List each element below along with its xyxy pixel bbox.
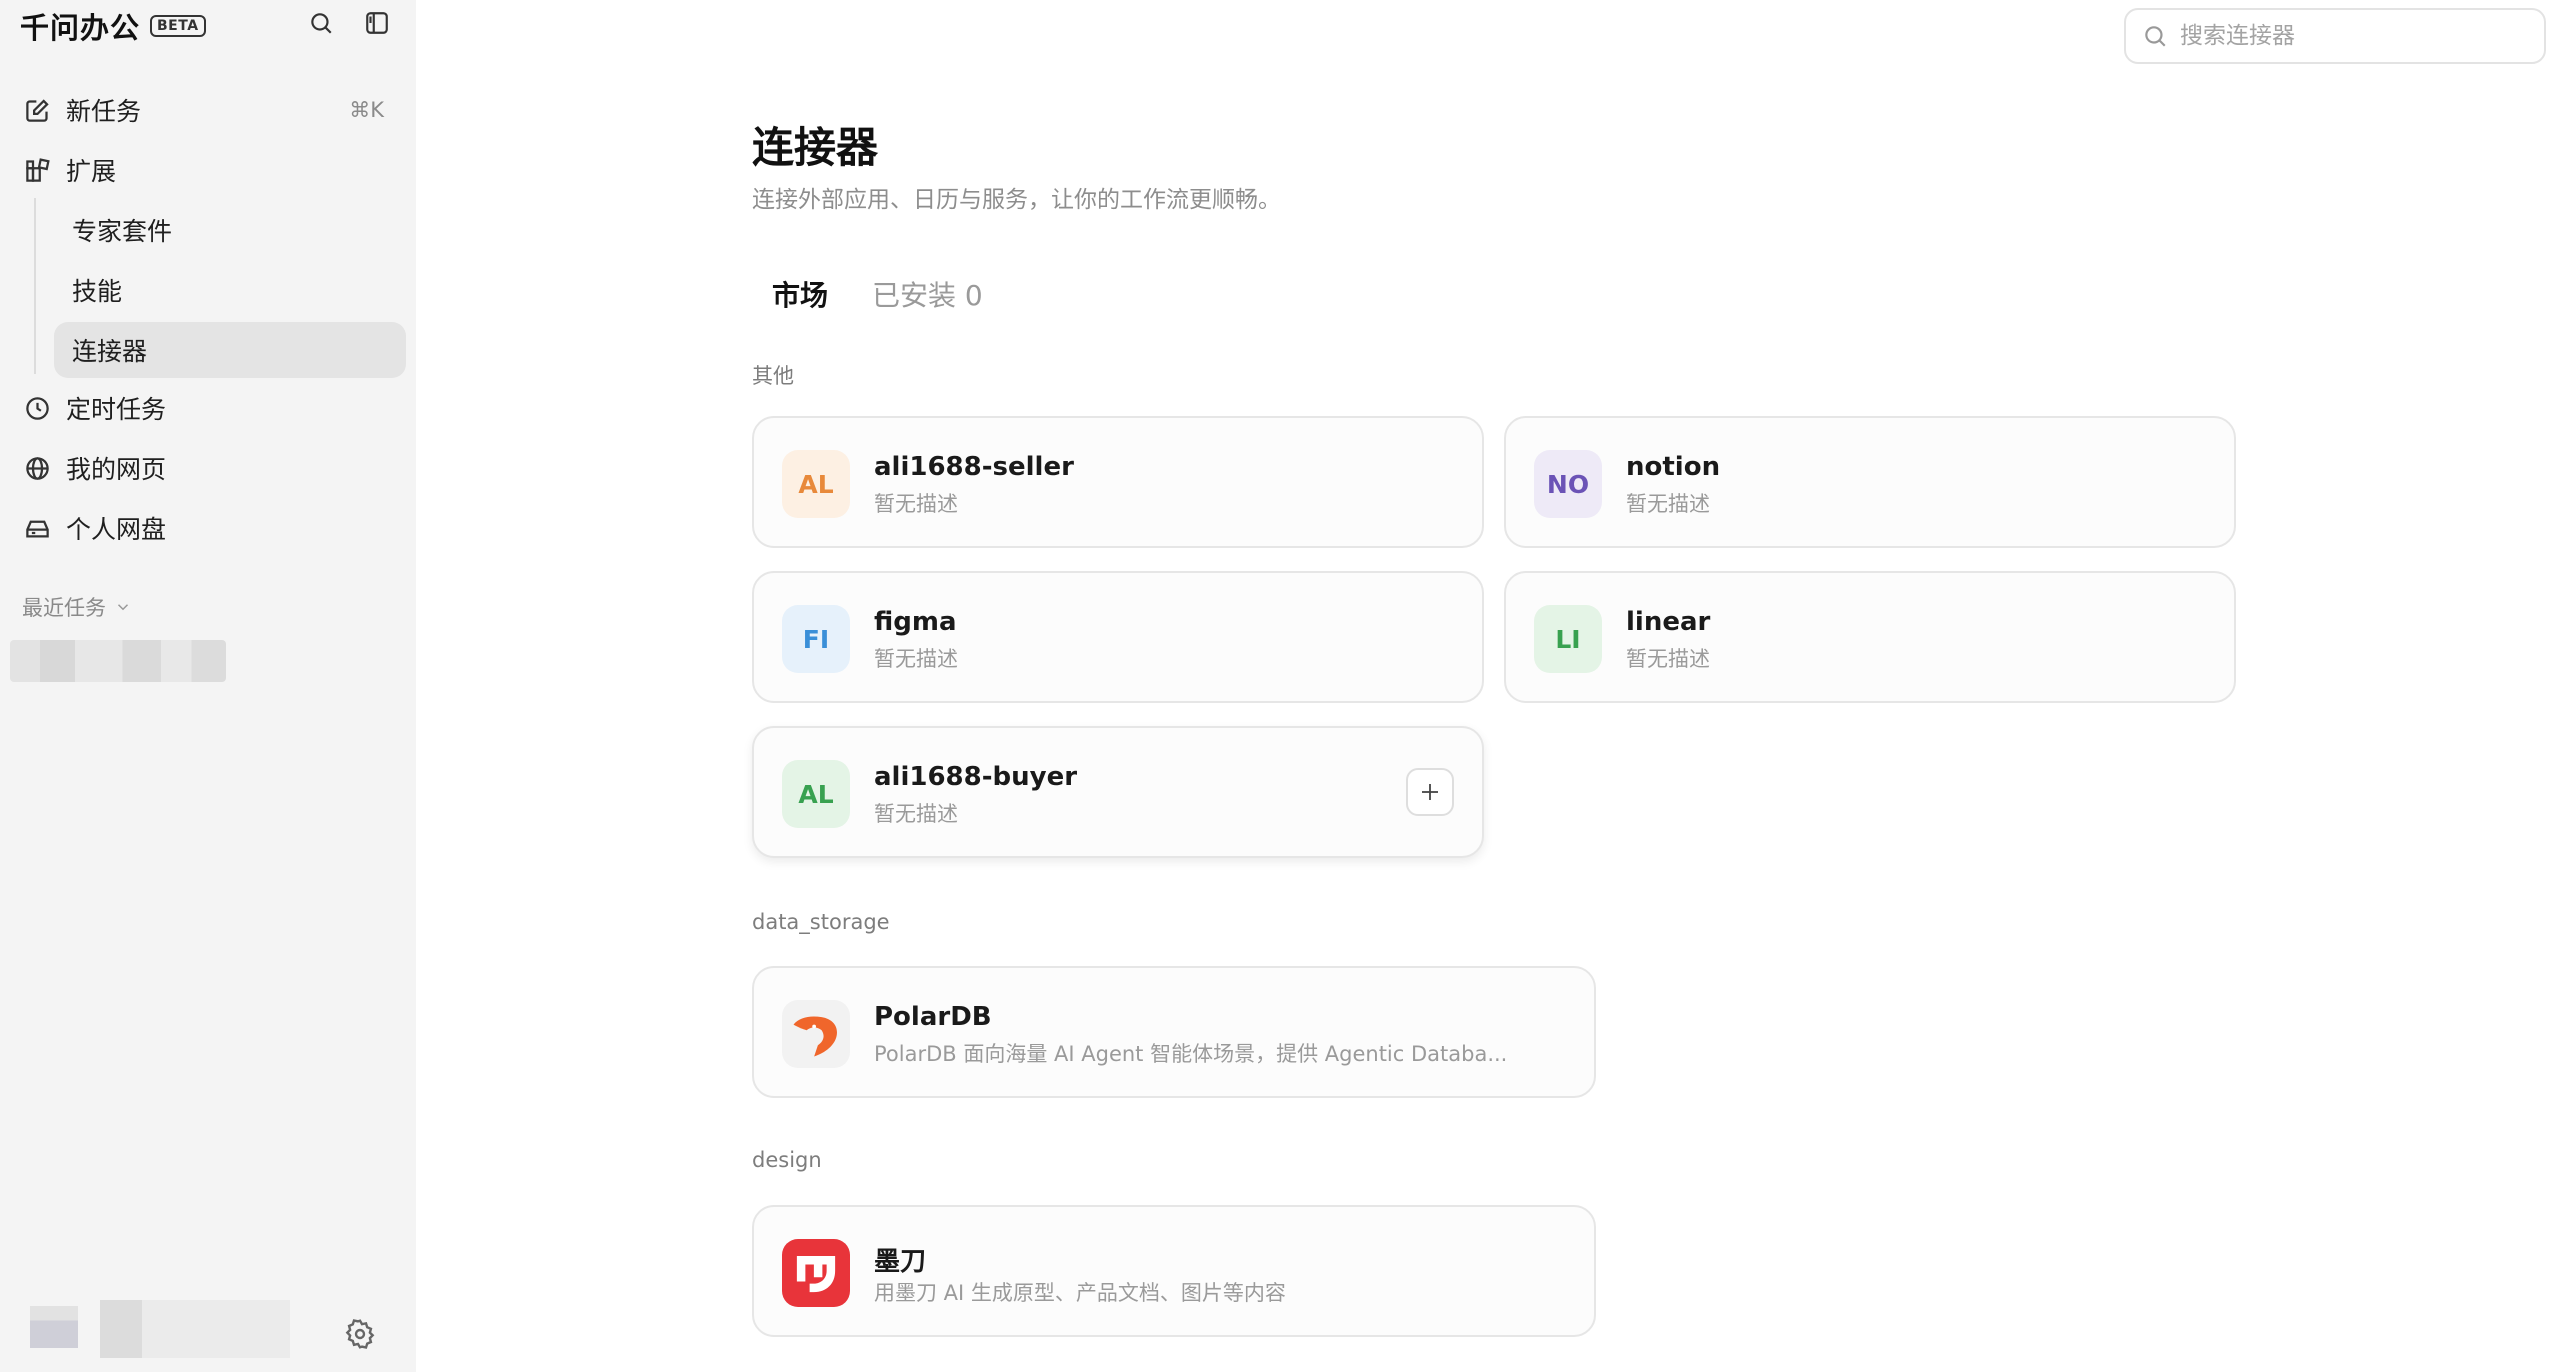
- new-task-label: 新任务: [66, 97, 142, 126]
- sidebar-item-label: 专家套件: [72, 217, 173, 246]
- section-label-data-storage: data_storage: [752, 910, 890, 934]
- user-name-redacted: [100, 1300, 290, 1358]
- connector-desc: 暂无描述: [874, 802, 958, 826]
- chevron-down-icon: [117, 604, 129, 611]
- connector-desc: 暂无描述: [874, 647, 958, 671]
- connector-name: notion: [1626, 452, 1721, 482]
- edit-icon: [22, 95, 52, 125]
- beta-badge: BETA: [150, 15, 206, 37]
- polardb-logo-icon: [782, 1000, 850, 1068]
- new-task-button[interactable]: 新任务 ⌘K: [12, 82, 404, 138]
- connector-badge: AL: [782, 760, 850, 828]
- connector-desc: 暂无描述: [874, 492, 958, 516]
- modao-logo-icon: [782, 1239, 850, 1307]
- recent-task-item-redacted[interactable]: [10, 640, 226, 682]
- connector-badge: FI: [782, 605, 850, 673]
- search-icon: [2145, 26, 2166, 47]
- connector-card-figma[interactable]: FI figma 暂无描述: [752, 571, 1484, 703]
- sidebar: 千问办公 BETA 新任务 ⌘K 扩展 专家套件 技能 连接器 定时任务 我的网…: [0, 0, 416, 1372]
- search-input[interactable]: [2180, 23, 2520, 49]
- extensions-label: 扩展: [66, 157, 117, 186]
- connector-name: 墨刀: [874, 1247, 927, 1277]
- connector-card-notion[interactable]: NO notion 暂无描述: [1504, 416, 2236, 548]
- sidebar-item-scheduled-tasks[interactable]: 定时任务: [12, 380, 404, 436]
- connector-card-polardb[interactable]: PolarDB PolarDB 面向海量 AI Agent 智能体场景，提供 A…: [752, 966, 1596, 1098]
- avatar[interactable]: [30, 1306, 78, 1348]
- sidebar-item-personal-drive[interactable]: 个人网盘: [12, 500, 404, 556]
- section-label-design: design: [752, 1148, 822, 1172]
- recent-tasks-label: 最近任务: [22, 596, 106, 620]
- sidebar-item-expert-suite[interactable]: 专家套件: [54, 202, 406, 258]
- connector-search[interactable]: [2124, 8, 2546, 64]
- new-task-shortcut: ⌘K: [349, 98, 384, 122]
- connector-card-linear[interactable]: LI linear 暂无描述: [1504, 571, 2236, 703]
- sidebar-item-label: 定时任务: [66, 395, 167, 424]
- section-label-other: 其他: [752, 364, 794, 388]
- sidebar-toggle-icon[interactable]: [362, 8, 392, 38]
- plus-icon: [1422, 784, 1438, 800]
- connector-card-modao[interactable]: 墨刀 用墨刀 AI 生成原型、产品文档、图片等内容: [752, 1205, 1596, 1337]
- gear-icon[interactable]: [344, 1318, 376, 1350]
- sidebar-item-extensions[interactable]: 扩展: [12, 142, 404, 198]
- connector-badge: NO: [1534, 450, 1602, 518]
- sidebar-item-skills[interactable]: 技能: [54, 262, 406, 318]
- connector-badge: AL: [782, 450, 850, 518]
- connector-name: linear: [1626, 607, 1711, 637]
- connector-badge: LI: [1534, 605, 1602, 673]
- drive-icon: [22, 513, 52, 543]
- connector-desc: PolarDB 面向海量 AI Agent 智能体场景，提供 Agentic D…: [874, 1042, 1508, 1066]
- connector-name: figma: [874, 607, 957, 637]
- sidebar-item-label: 技能: [72, 277, 123, 306]
- page-subtitle: 连接外部应用、日历与服务，让你的工作流更顺畅。: [752, 187, 1281, 213]
- sidebar-item-label: 个人网盘: [66, 515, 167, 544]
- search-icon[interactable]: [306, 8, 336, 38]
- connector-desc: 用墨刀 AI 生成原型、产品文档、图片等内容: [874, 1281, 1286, 1305]
- sidebar-item-my-webpages[interactable]: 我的网页: [12, 440, 404, 496]
- connector-card-ali1688-seller[interactable]: AL ali1688-seller 暂无描述: [752, 416, 1484, 548]
- page-title: 连接器: [752, 123, 879, 172]
- globe-icon: [22, 453, 52, 483]
- extensions-icon: [22, 155, 52, 185]
- connector-desc: 暂无描述: [1626, 647, 1710, 671]
- connector-name: ali1688-seller: [874, 452, 1074, 482]
- tab-installed[interactable]: 已安装 0: [872, 274, 983, 314]
- connector-name: ali1688-buyer: [874, 762, 1078, 792]
- clock-icon: [22, 393, 52, 423]
- sidebar-item-label: 我的网页: [66, 455, 167, 484]
- sidebar-item-connectors[interactable]: 连接器: [54, 322, 406, 378]
- connector-name: PolarDB: [874, 1002, 992, 1032]
- sidebar-item-label: 连接器: [72, 337, 148, 366]
- sub-nav-divider: [34, 198, 36, 374]
- connector-card-ali1688-buyer[interactable]: AL ali1688-buyer 暂无描述: [752, 726, 1484, 858]
- recent-tasks-toggle[interactable]: 最近任务: [22, 592, 132, 622]
- add-connector-button[interactable]: [1406, 768, 1454, 816]
- connector-desc: 暂无描述: [1626, 492, 1710, 516]
- tab-market[interactable]: 市场: [772, 274, 828, 314]
- brand: 千问办公 BETA: [20, 6, 206, 46]
- app-name: 千问办公: [20, 11, 141, 45]
